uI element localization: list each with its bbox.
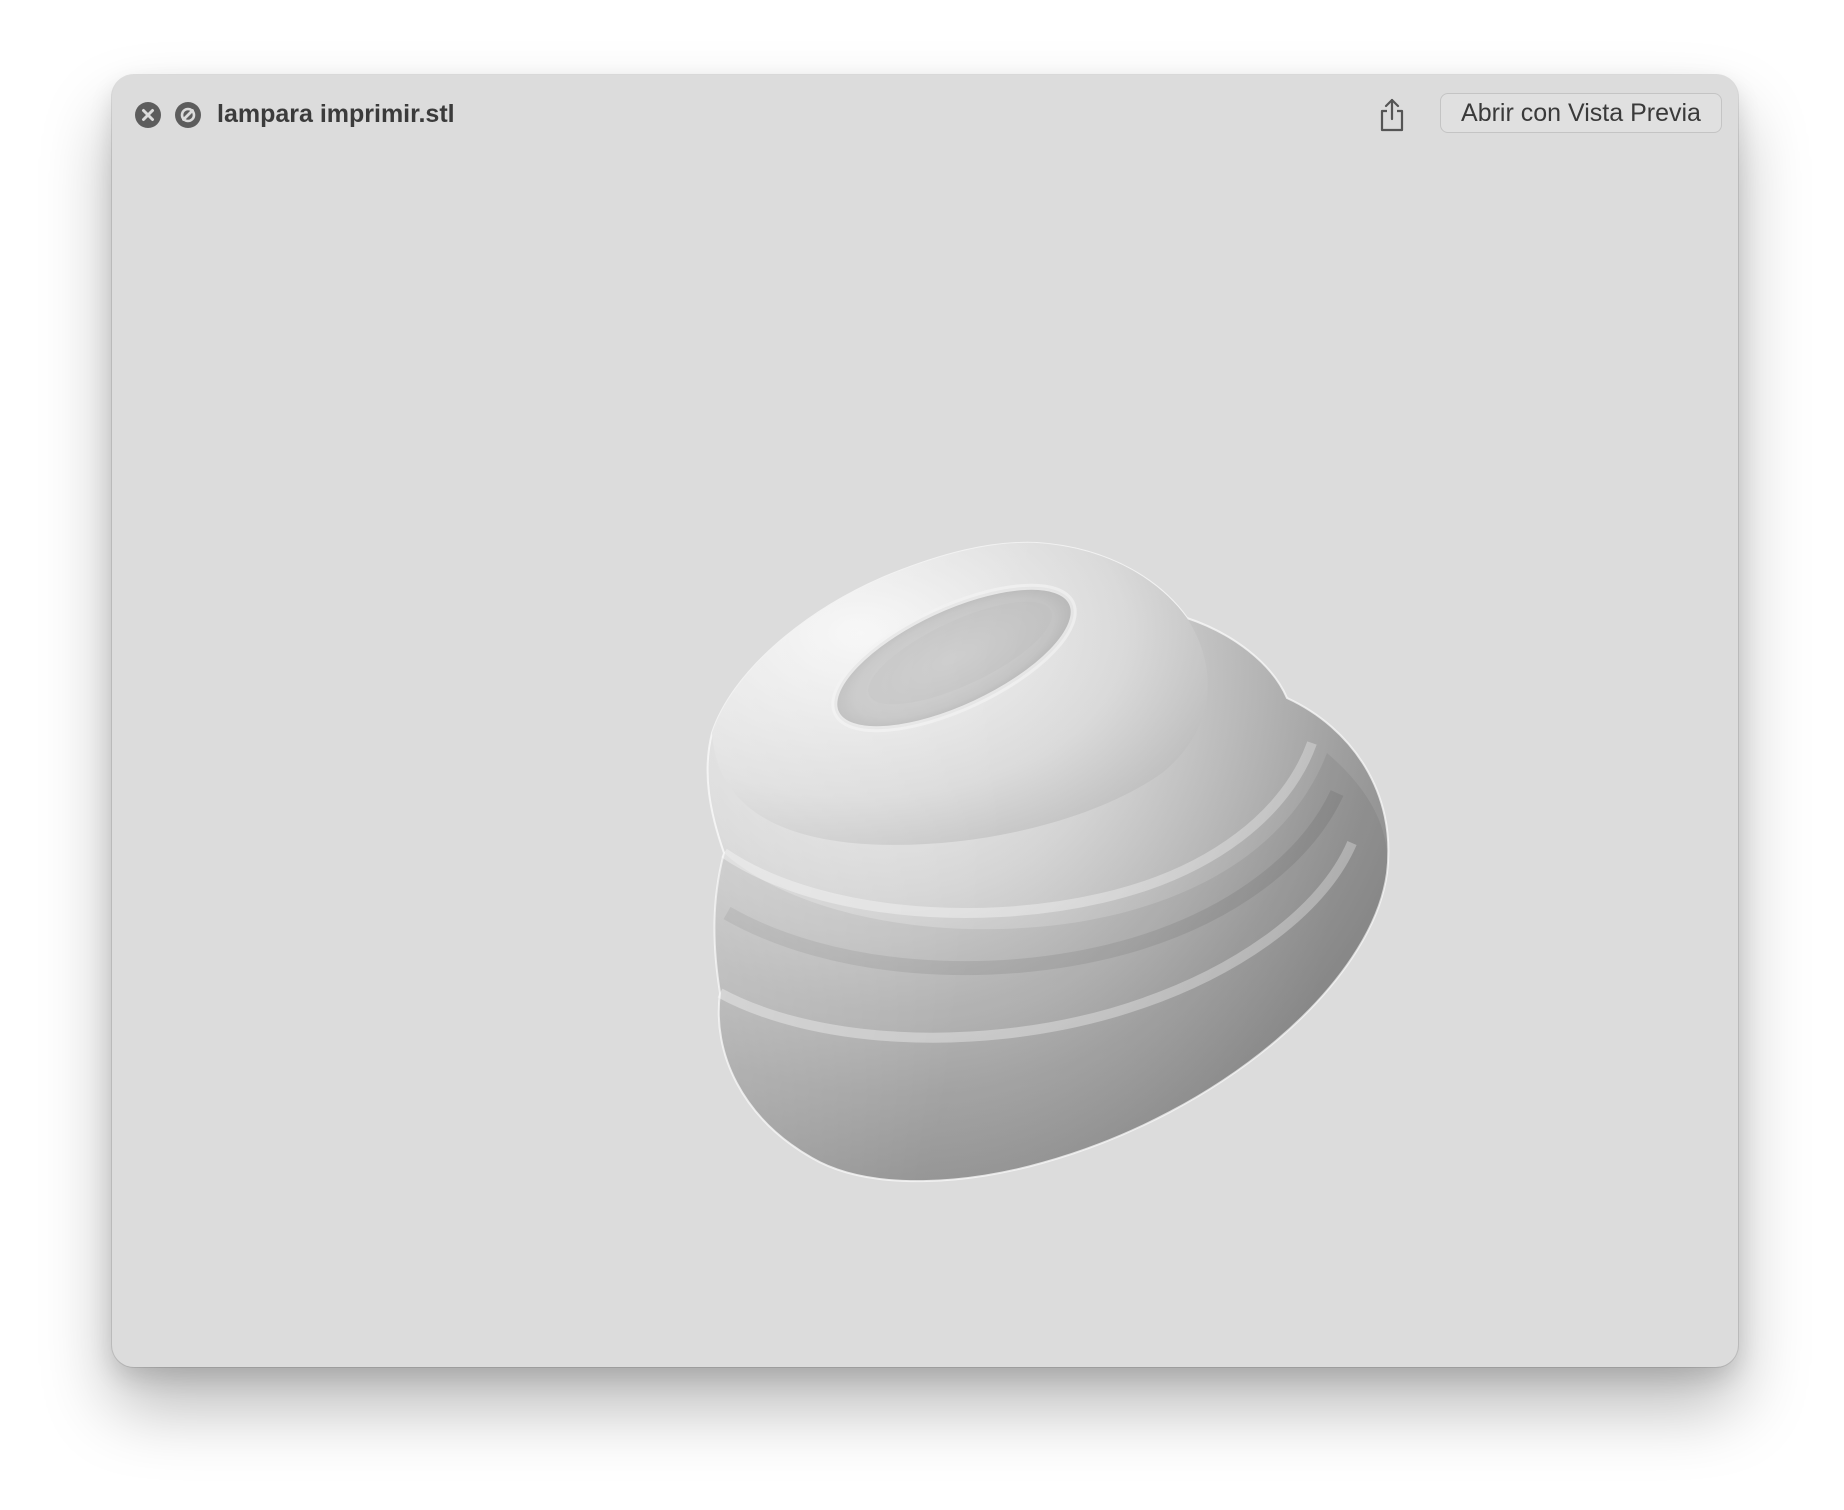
- desktop-stage: lampara imprimir.stl Abrir con Vista Pre…: [0, 0, 1844, 1510]
- 3d-lamp-shade-model: [706, 541, 1390, 1183]
- close-button[interactable]: [135, 102, 161, 128]
- share-icon: [1380, 98, 1404, 132]
- 3d-model-viewport[interactable]: [112, 153, 1738, 1367]
- fullscreen-button[interactable]: [175, 102, 201, 128]
- close-icon: [142, 109, 154, 121]
- title-bar: lampara imprimir.stl Abrir con Vista Pre…: [112, 75, 1738, 153]
- fullscreen-slash-icon: [180, 107, 196, 123]
- window-title: lampara imprimir.stl: [217, 100, 455, 128]
- quick-look-window: lampara imprimir.stl Abrir con Vista Pre…: [112, 75, 1738, 1367]
- open-with-preview-button[interactable]: Abrir con Vista Previa: [1440, 93, 1722, 133]
- share-button[interactable]: [1374, 95, 1410, 135]
